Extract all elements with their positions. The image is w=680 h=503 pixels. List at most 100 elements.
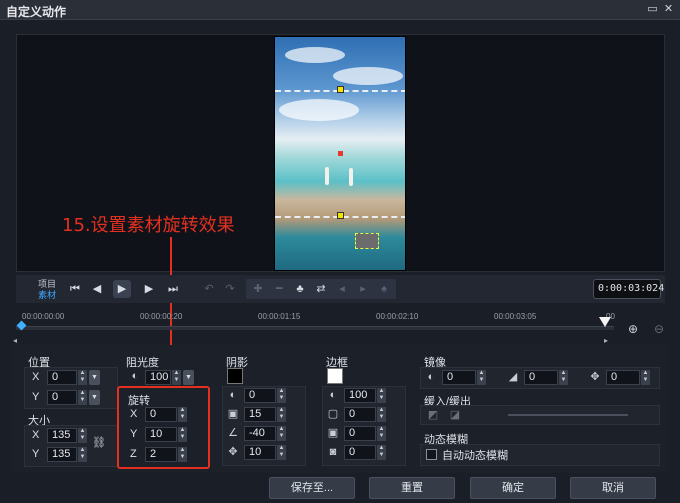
size-y-label: Y (32, 448, 40, 460)
timecode-display[interactable]: 0:00:03:024 (593, 279, 664, 299)
timeline-ruler[interactable]: 00:00:00:00 00:00:00:20 00:00:01:15 00:0… (13, 308, 615, 345)
cloud-shape (333, 67, 403, 85)
shadow-blur-stepper[interactable]: ▲ ▼ (277, 407, 286, 422)
save-to-button[interactable]: 保存至... (269, 477, 355, 499)
properties-panel: 位置 X 0 ▲ ▼ ▼ Y 0 ▲ ▼ ▼ 大小 X 135 ▲ ▼ Y 135 ▲… (12, 345, 668, 473)
next-frame-icon[interactable]: ▶ (140, 280, 158, 298)
add-keyframe-icon[interactable]: ✚ (249, 280, 267, 298)
border-color-swatch[interactable] (327, 368, 343, 384)
clip-mode-label[interactable]: 素材 (38, 288, 56, 301)
shadow-blur-icon: ▣ (227, 408, 239, 420)
border-shadow-input[interactable]: 0 (344, 445, 376, 460)
mirror-opacity-stepper[interactable]: ▲ ▼ (477, 370, 486, 385)
border-opacity-icon: ◐ (329, 389, 337, 401)
mirror-offset-stepper[interactable]: ▲ ▼ (641, 370, 650, 385)
cloud-shape (285, 47, 345, 63)
shadow-blur-input[interactable]: 15 (244, 407, 276, 422)
ease-in-icon[interactable]: ◩ (426, 408, 440, 422)
timeline-tick: 00:00:02:10 (376, 312, 419, 321)
border-shadow-stepper[interactable]: ▲ ▼ (377, 445, 386, 460)
auto-motion-blur-label: 自动动态模糊 (442, 450, 508, 462)
go-to-end-icon[interactable]: ⏭ (164, 280, 182, 298)
window-title: 自定义动作 (6, 5, 67, 19)
position-x-input[interactable]: 0 (47, 370, 77, 385)
size-x-label: X (32, 429, 40, 441)
remove-keyframe-icon[interactable]: ━ (270, 280, 288, 298)
size-y-input[interactable]: 135 (47, 447, 77, 462)
opacity-dropdown[interactable]: ▼ (183, 370, 194, 385)
mirror-gradient-stepper[interactable]: ▲ ▼ (559, 370, 568, 385)
center-marker[interactable] (338, 151, 343, 156)
border-opacity-stepper[interactable]: ▲ ▼ (377, 388, 386, 403)
timeline-track[interactable] (16, 326, 614, 330)
go-to-start-icon[interactable]: ⏮ (66, 280, 84, 298)
annotation-text: 15.设置素材旋转效果 (62, 215, 235, 236)
redo-icon[interactable]: ↷ (221, 280, 239, 298)
zoom-out-icon[interactable]: ⊖ (651, 322, 667, 338)
shadow-color-swatch[interactable] (227, 368, 243, 384)
timeline-tick: 00:00:03:05 (494, 312, 537, 321)
opacity-icon: ◐ (131, 370, 139, 382)
position-x-dropdown[interactable]: ▼ (89, 370, 100, 385)
position-y-dropdown[interactable]: ▼ (89, 390, 100, 405)
shadow-distance-input[interactable]: 10 (244, 445, 276, 460)
shadow-opacity-input[interactable]: 0 (244, 388, 276, 403)
border-width-stepper[interactable]: ▲ ▼ (377, 407, 386, 422)
next-keyframe-icon[interactable]: ▸ (354, 280, 372, 298)
swap-keyframes-icon[interactable]: ⇄ (312, 280, 330, 298)
scroll-right-icon[interactable]: ▸ (604, 336, 608, 345)
shadow-box[interactable] (355, 233, 379, 249)
maximize-icon[interactable]: ▭ (646, 3, 659, 16)
keyframe-mode-icon[interactable]: ♠ (375, 280, 393, 298)
opacity-input[interactable]: 100 (145, 370, 171, 385)
border-width-input[interactable]: 0 (344, 407, 376, 422)
zoom-in-icon[interactable]: ⊕ (625, 322, 641, 338)
flip-keyframes-icon[interactable]: ♣ (291, 280, 309, 298)
size-y-stepper[interactable]: ▲ ▼ (78, 447, 87, 462)
mirror-opacity-icon: ◐ (427, 371, 435, 383)
video-preview[interactable] (274, 36, 406, 271)
scroll-left-icon[interactable]: ◂ (13, 336, 17, 345)
size-x-stepper[interactable]: ▲ ▼ (78, 428, 87, 443)
mirror-gradient-icon: ◢ (508, 371, 518, 383)
reset-button[interactable]: 重置 (369, 477, 455, 499)
border-opacity-input[interactable]: 100 (344, 388, 376, 403)
position-y-label: Y (32, 391, 40, 403)
play-button[interactable]: ▶ (113, 280, 131, 298)
position-x-stepper[interactable]: ▲ ▼ (78, 370, 87, 385)
link-icon[interactable]: ⛓ (92, 436, 106, 450)
shadow-distance-stepper[interactable]: ▲ ▼ (277, 445, 286, 460)
position-x-label: X (32, 371, 40, 383)
shadow-opacity-stepper[interactable]: ▲ ▼ (277, 388, 286, 403)
ease-slider[interactable] (508, 414, 628, 416)
opacity-stepper[interactable]: ▲ ▼ (172, 370, 181, 385)
auto-motion-blur-checkbox[interactable] (426, 449, 437, 460)
previous-frame-icon[interactable]: ◀ (88, 280, 106, 298)
ok-button[interactable]: 确定 (470, 477, 556, 499)
position-y-input[interactable]: 0 (47, 390, 77, 405)
bottom-handle[interactable] (337, 212, 344, 219)
mirror-gradient-input[interactable]: 0 (524, 370, 558, 385)
transport-bar: 项目 素材 ⏮ ◀ ▶ ▶ ⏭ ↶ ↷ ✚ ━ ♣ ⇄ ◂ ▸ ♠ 0:00:0… (16, 275, 665, 303)
close-icon[interactable]: ✕ (662, 3, 675, 16)
border-blur-input[interactable]: 0 (344, 426, 376, 441)
top-handle[interactable] (337, 86, 344, 93)
border-shadow-icon: ◙ (329, 446, 337, 458)
mirror-offset-input[interactable]: 0 (606, 370, 640, 385)
ease-out-icon[interactable]: ◪ (448, 408, 462, 422)
title-bar: 自定义动作 ▭ ✕ (0, 0, 680, 20)
person-figure (349, 168, 353, 186)
shadow-angle-input[interactable]: -40 (244, 426, 276, 441)
mirror-opacity-input[interactable]: 0 (442, 370, 476, 385)
border-blur-stepper[interactable]: ▲ ▼ (377, 426, 386, 441)
person-figure (325, 167, 329, 185)
prev-keyframe-icon[interactable]: ◂ (333, 280, 351, 298)
undo-icon[interactable]: ↶ (200, 280, 218, 298)
mirror-offset-icon: ✥ (590, 371, 600, 383)
position-y-stepper[interactable]: ▲ ▼ (78, 390, 87, 405)
footer-bar: 保存至... 重置 确定 取消 (0, 475, 680, 503)
size-x-input[interactable]: 135 (47, 428, 77, 443)
shadow-angle-stepper[interactable]: ▲ ▼ (277, 426, 286, 441)
shadow-distance-icon: ✥ (228, 446, 238, 458)
cancel-button[interactable]: 取消 (570, 477, 656, 499)
